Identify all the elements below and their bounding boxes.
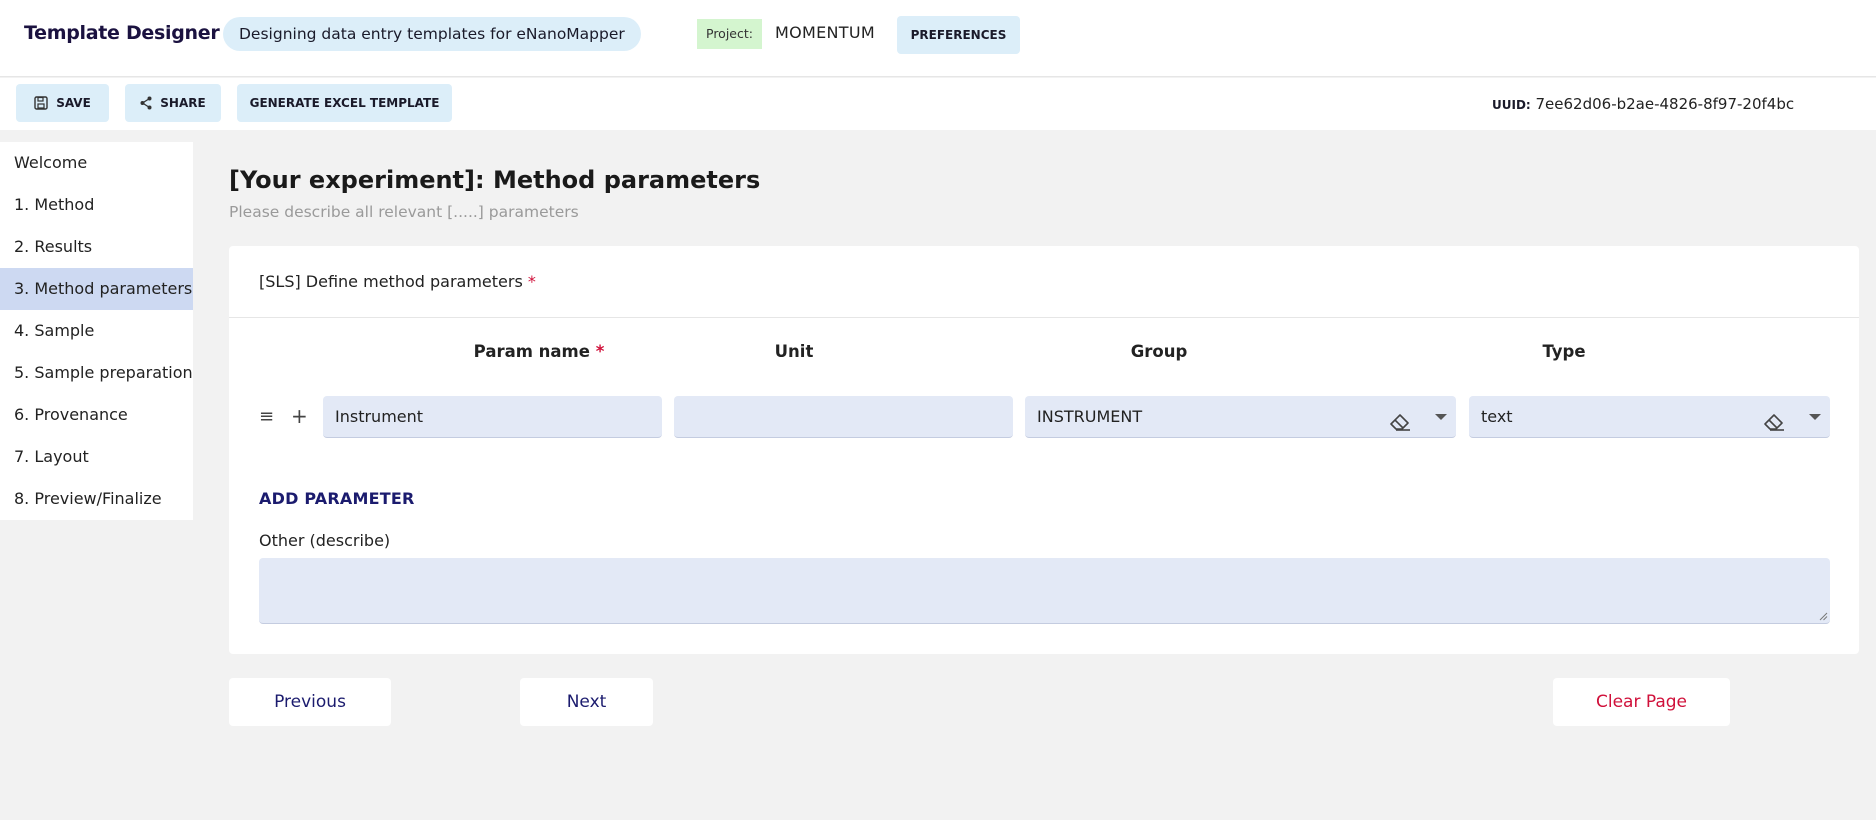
share-button[interactable]: SHARE — [125, 84, 221, 122]
other-describe-textarea[interactable] — [259, 558, 1830, 624]
unit-input[interactable] — [674, 396, 1013, 438]
group-select-value: INSTRUMENT — [1037, 407, 1143, 426]
column-header-param-name: Param name * — [429, 342, 649, 361]
sidebar-nav: Welcome 1. Method 2. Results 3. Method p… — [0, 142, 193, 520]
uuid-value: 7ee62d06-b2ae-4826-8f97-20f4bc — [1535, 95, 1795, 113]
sidebar-item-welcome[interactable]: Welcome — [0, 142, 193, 184]
save-button[interactable]: SAVE — [16, 84, 109, 122]
group-select[interactable]: INSTRUMENT — [1025, 396, 1456, 438]
caret-down-icon[interactable] — [1809, 414, 1821, 420]
sidebar-item-sample-preparation[interactable]: 5. Sample preparation — [0, 352, 193, 394]
method-parameters-card: [SLS] Define method parameters * Param n… — [229, 246, 1859, 654]
eraser-icon[interactable] — [1762, 406, 1786, 448]
required-asterisk: * — [527, 272, 536, 291]
drag-handle-icon[interactable]: ≡ — [259, 406, 274, 427]
param-name-input[interactable]: Instrument — [323, 396, 662, 438]
app-subtitle-badge: Designing data entry templates for eNano… — [223, 17, 641, 51]
generate-excel-template-button[interactable]: GENERATE EXCEL TEMPLATE — [237, 84, 452, 122]
add-parameter-button[interactable]: ADD PARAMETER — [259, 489, 414, 508]
save-label: SAVE — [56, 96, 91, 110]
share-icon — [140, 96, 152, 110]
required-asterisk: * — [595, 342, 605, 361]
sidebar-item-provenance[interactable]: 6. Provenance — [0, 394, 193, 436]
sidebar-item-preview-finalize[interactable]: 8. Preview/Finalize — [0, 478, 193, 520]
resize-handle-icon[interactable] — [1818, 611, 1828, 621]
column-header-unit: Unit — [774, 342, 814, 361]
project-name: MOMENTUM — [775, 23, 875, 42]
column-header-group: Group — [1130, 342, 1188, 361]
previous-button[interactable]: Previous — [229, 678, 391, 726]
sidebar-item-layout[interactable]: 7. Layout — [0, 436, 193, 478]
card-title: [SLS] Define method parameters * — [259, 272, 536, 291]
type-select[interactable]: text — [1469, 396, 1830, 438]
param-name-header-label: Param name — [473, 342, 590, 361]
uuid-display: UUID: 7ee62d06-b2ae-4826-8f97-20f4bc — [1492, 95, 1794, 113]
column-header-type: Type — [1542, 342, 1586, 361]
plus-icon[interactable]: + — [291, 404, 308, 428]
next-button[interactable]: Next — [520, 678, 653, 726]
caret-down-icon[interactable] — [1435, 414, 1447, 420]
clear-page-button[interactable]: Clear Page — [1553, 678, 1730, 726]
page-title: [Your experiment]: Method parameters — [229, 166, 761, 194]
eraser-icon[interactable] — [1388, 406, 1412, 448]
card-title-text: [SLS] Define method parameters — [259, 272, 523, 291]
uuid-key: UUID: — [1492, 98, 1531, 112]
share-label: SHARE — [160, 96, 206, 110]
sidebar-item-method[interactable]: 1. Method — [0, 184, 193, 226]
preferences-button[interactable]: PREFERENCES — [897, 16, 1020, 54]
page-description: Please describe all relevant [.....] par… — [229, 203, 579, 221]
project-label: Project: — [697, 19, 762, 49]
type-select-value: text — [1481, 407, 1513, 426]
sidebar-item-sample[interactable]: 4. Sample — [0, 310, 193, 352]
other-describe-label: Other (describe) — [259, 531, 391, 550]
floppy-disk-icon — [34, 96, 48, 110]
card-header: [SLS] Define method parameters * — [229, 246, 1859, 318]
app-title: Template Designer — [24, 22, 220, 44]
sidebar-item-method-parameters[interactable]: 3. Method parameters — [0, 268, 193, 310]
top-header: Template Designer Designing data entry t… — [0, 0, 1876, 77]
sidebar-item-results[interactable]: 2. Results — [0, 226, 193, 268]
